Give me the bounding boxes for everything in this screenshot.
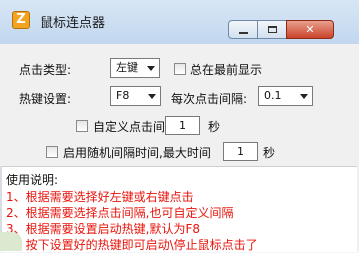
minimize-icon [238, 31, 248, 34]
close-icon: ✕ [305, 23, 315, 36]
random-interval-label: 启用随机间隔时间,最大时间 [63, 146, 211, 160]
help-line: 3、根据需要设置启动热键,默认为F8 [6, 222, 200, 236]
custom-interval-input[interactable]: 1 [165, 116, 200, 135]
hotkey-select[interactable]: F8 [110, 86, 161, 106]
random-interval-checkbox[interactable] [46, 146, 58, 158]
click-type-select[interactable]: 左键 [110, 58, 160, 78]
app-logo-icon: Z [12, 11, 30, 29]
settings-panel: 点击类型: 左键 总在最前显示 热键设置: F8 每次点击间隔: 0.1 自定义… [9, 44, 350, 166]
click-type-label: 点击类型: [19, 63, 72, 77]
title-bar[interactable]: Z 鼠标连点器 ✕ [0, 0, 359, 44]
help-line: 2、根据需要选择点击间隔,也可自定义间隔 [6, 206, 234, 220]
interval-label: 每次点击间隔: [171, 92, 248, 106]
random-interval-unit: 秒 [263, 146, 276, 160]
help-text-area[interactable]: 使用说明: 1、根据需要选择好左键或右键点击 2、根据需要选择点击间隔,也可自定… [2, 166, 357, 252]
interval-select[interactable]: 0.1 [258, 86, 313, 106]
chevron-down-icon [147, 66, 155, 71]
chevron-down-icon [148, 94, 156, 99]
close-button[interactable]: ✕ [286, 20, 334, 39]
help-line: 4、按下设置好的热键即可启动\停止鼠标点击了 [6, 238, 258, 252]
window-title: 鼠标连点器 [40, 16, 106, 31]
help-title: 使用说明: [6, 173, 59, 187]
always-on-top-checkbox[interactable] [174, 63, 186, 75]
minimize-button[interactable] [228, 20, 258, 39]
chevron-down-icon [300, 94, 308, 99]
corner-badge [0, 232, 22, 251]
click-type-value: 左键 [116, 61, 138, 74]
interval-value: 0.1 [264, 89, 282, 102]
hotkey-value: F8 [116, 89, 130, 102]
random-interval-input[interactable]: 1 [223, 142, 258, 161]
custom-interval-unit: 秒 [208, 120, 221, 134]
hotkey-label: 热键设置: [19, 92, 72, 106]
main-window: Z 鼠标连点器 ✕ 点击类型: 左键 总在最前显示 热键设置: F8 每次点击间… [0, 0, 359, 252]
help-line: 1、根据需要选择好左键或右键点击 [6, 190, 194, 204]
custom-interval-checkbox[interactable] [76, 120, 88, 132]
maximize-icon [267, 26, 277, 33]
always-on-top-label: 总在最前显示 [190, 63, 263, 77]
window-controls: ✕ [228, 20, 334, 40]
maximize-button[interactable] [257, 20, 287, 39]
